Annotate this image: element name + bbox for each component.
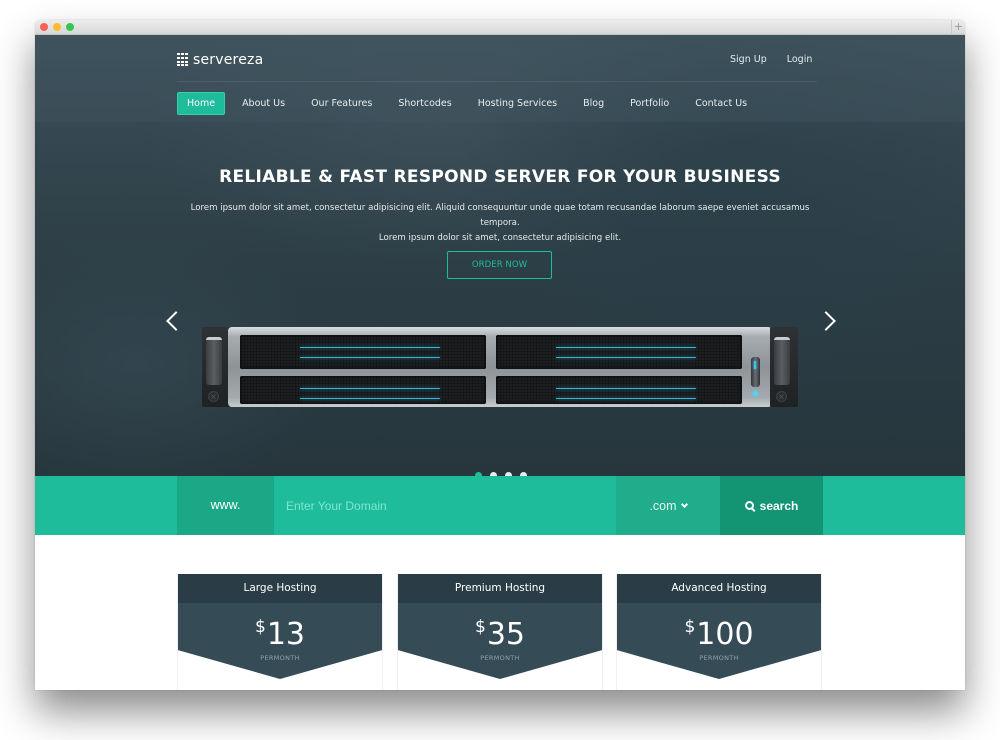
account-links: Sign Up Login [730,54,812,65]
plan-name: Advanced Hosting [617,574,821,603]
currency-symbol: $ [474,617,486,637]
header-divider [177,81,817,82]
pricing-card[interactable]: Premium Hosting $35 PERMONTH [397,574,603,690]
price-value: 100 [696,617,754,652]
currency-symbol: $ [684,617,696,637]
hero-description-line-1: Lorem ipsum dolor sit amet, consectetur … [190,203,810,228]
browser-titlebar: + [35,20,965,35]
search-button-label: search [759,498,799,513]
plan-price: $13 [178,603,382,653]
pricing-card[interactable]: Advanced Hosting $100 PERMONTH [616,574,822,690]
screw-icon: × [776,391,787,402]
tld-selected-value: .com [649,498,677,513]
server-logo-icon [177,53,188,67]
nav-item-hosting-services[interactable]: Hosting Services [469,93,566,114]
rack-handle [774,337,790,385]
power-led-icon [753,391,758,396]
drive-bay [496,335,742,369]
plan-price: $100 [617,603,821,653]
close-window-button[interactable] [40,23,48,31]
drive-bay [240,335,486,369]
nav-item-home[interactable]: Home [177,92,226,115]
domain-search-bar: www. .com search [35,476,965,535]
price-period: PERMONTH [480,654,520,662]
screw-icon: × [208,391,219,402]
price-value: 35 [486,617,525,652]
nav-item-portfolio[interactable]: Portfolio [621,93,678,114]
nav-item-our-features[interactable]: Our Features [302,93,381,114]
maximize-window-button[interactable] [66,23,74,31]
pricing-section: Large Hosting $13 PERMONTH Premium Hosti… [35,535,965,690]
chevron-down-icon [680,500,688,508]
currency-symbol: $ [254,617,266,637]
minimize-window-button[interactable] [53,23,61,31]
price-period: PERMONTH [260,654,300,662]
chevron-left-icon[interactable] [166,311,186,331]
order-now-button[interactable]: ORDER NOW [447,251,552,279]
plan-name: Large Hosting [178,574,382,603]
rack-handle [206,337,222,385]
hero-description-line-2: Lorem ipsum dolor sit amet, consectetur … [378,233,622,243]
sign-up-link[interactable]: Sign Up [730,54,767,65]
domain-input[interactable] [274,476,616,535]
plan-price: $35 [398,603,602,653]
server-rack-image: × × [202,327,798,407]
pricing-card[interactable]: Large Hosting $13 PERMONTH [177,574,383,690]
rack-ear-right: × [770,327,798,407]
drive-bay [240,376,486,404]
plan-price-block: $35 PERMONTH [398,603,602,679]
price-value: 13 [266,617,305,652]
chevron-right-icon[interactable] [816,311,836,331]
hero-section: servereza Sign Up Login Home About Us Ou… [35,35,965,479]
server-chassis [228,327,772,407]
site-header: servereza Sign Up Login Home About Us Ou… [35,35,965,122]
search-icon [744,500,755,511]
plan-price-block: $13 PERMONTH [178,603,382,679]
site-logo[interactable]: servereza [177,52,263,68]
plan-price-block: $100 PERMONTH [617,603,821,679]
browser-window: + servereza Sign Up Login Home About Us [35,20,965,690]
brand-name: servereza [193,52,264,68]
hero-description: Lorem ipsum dolor sit amet, consectetur … [175,201,825,246]
tld-select[interactable]: .com [616,476,720,535]
price-period: PERMONTH [699,654,739,662]
search-button[interactable]: search [720,476,823,535]
drive-bay [496,376,742,404]
power-switch-icon [751,357,760,387]
nav-item-blog[interactable]: Blog [574,93,613,114]
domain-prefix: www. [177,476,274,535]
nav-item-contact-us[interactable]: Contact Us [686,93,756,114]
hero-title: RELIABLE & FAST RESPOND SERVER FOR YOUR … [219,167,781,187]
nav-item-about-us[interactable]: About Us [233,93,294,114]
rack-ear-left: × [202,327,230,407]
login-link[interactable]: Login [787,54,813,65]
plan-name: Premium Hosting [398,574,602,603]
nav-item-shortcodes[interactable]: Shortcodes [389,93,460,114]
new-tab-button[interactable]: + [951,20,965,35]
main-nav: Home About Us Our Features Shortcodes Ho… [177,92,764,115]
